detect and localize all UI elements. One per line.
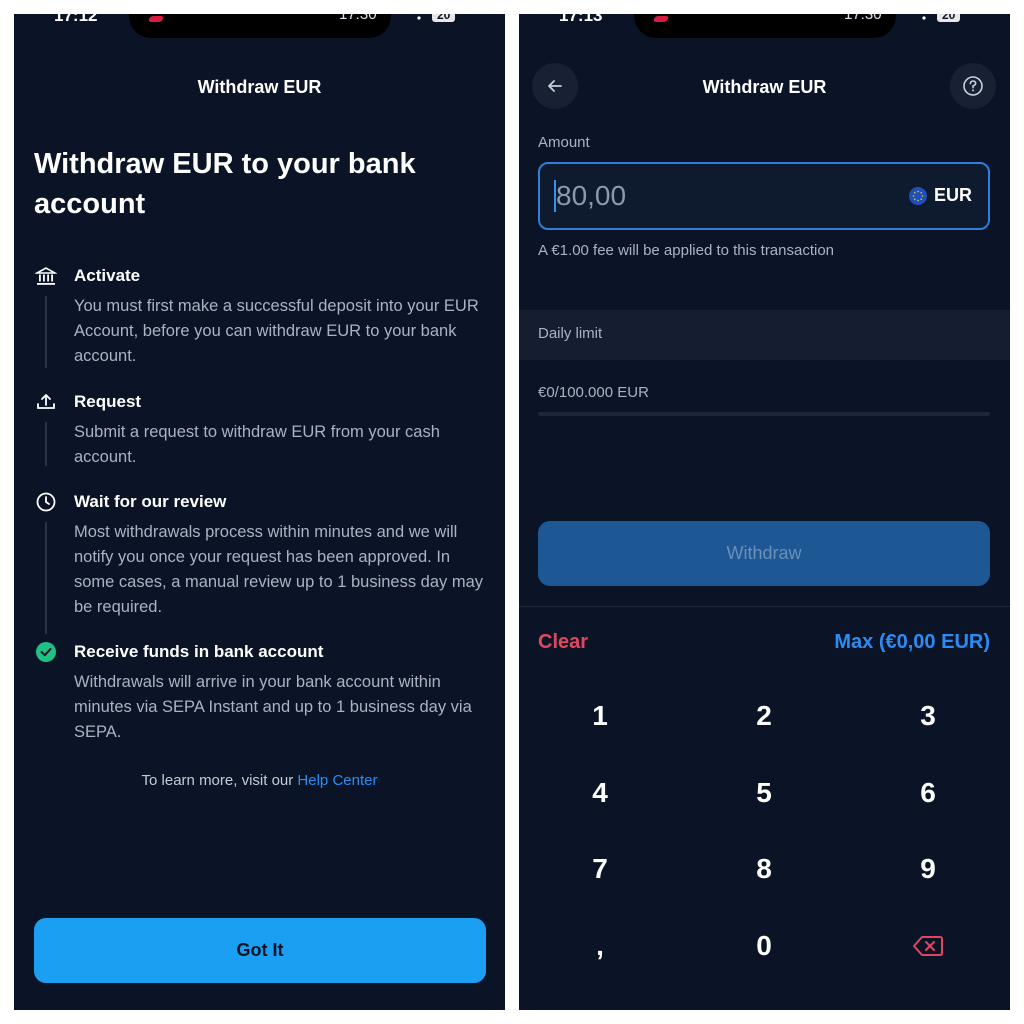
battery-level: 20: [432, 14, 456, 22]
learn-more-label: To learn more, visit our: [141, 772, 298, 789]
status-indicators: 20: [917, 14, 961, 22]
step-title: Request: [74, 392, 142, 411]
daily-limit-value: €0/100.000 EUR: [538, 384, 649, 401]
step-connector: [45, 296, 47, 368]
status-time: 17:13: [559, 14, 603, 25]
app-logo-icon: [652, 16, 670, 22]
help-button[interactable]: [950, 63, 996, 109]
step-title: Activate: [74, 266, 141, 285]
step-description: You must first make a successful deposit…: [74, 297, 479, 365]
amount-value: 80,00: [556, 180, 627, 211]
key-comma[interactable]: ,: [540, 916, 660, 976]
withdraw-screen: 17:13 17:30 20 Withdraw EUR Amount 80,00…: [519, 14, 1010, 1010]
step-description: Withdrawals will arrive in your bank acc…: [74, 673, 472, 741]
status-time: 17:12: [54, 14, 98, 25]
step-activate: Activate You must first make a successfu…: [34, 264, 494, 374]
info-screen: 17:12 17:30 20 Withdraw EUR Withdraw EUR…: [14, 14, 505, 1010]
learn-more-text: To learn more, visit our Help Center: [14, 772, 505, 789]
step-receive-funds: Receive funds in bank account Withdrawal…: [34, 640, 494, 750]
wifi-icon: [922, 16, 926, 20]
step-title: Wait for our review: [74, 492, 227, 511]
daily-limit-header: Daily limit: [519, 310, 1010, 360]
fee-note: A €1.00 fee will be applied to this tran…: [538, 242, 835, 259]
help-center-link[interactable]: Help Center: [297, 772, 377, 789]
clear-button[interactable]: Clear: [538, 631, 588, 654]
amount-input[interactable]: 80,00 EUR: [538, 162, 990, 230]
step-description: Submit a request to withdraw EUR from yo…: [74, 423, 440, 466]
status-clock: 17:30: [339, 14, 377, 23]
key-7[interactable]: 7: [540, 839, 660, 899]
status-indicators: 20: [412, 14, 456, 22]
hero-title: Withdraw EUR to your bank account: [34, 148, 416, 220]
key-2[interactable]: 2: [704, 686, 824, 746]
wifi-icon: [417, 16, 421, 20]
key-4[interactable]: 4: [540, 763, 660, 823]
battery-level: 20: [937, 14, 961, 22]
currency-code: EUR: [933, 185, 972, 205]
max-button[interactable]: Max (€0,00 EUR): [834, 631, 990, 654]
key-8[interactable]: 8: [704, 839, 824, 899]
clock-icon: [34, 490, 58, 514]
key-9[interactable]: 9: [868, 839, 988, 899]
got-it-button[interactable]: Got It: [34, 918, 486, 983]
step-connector: [45, 422, 47, 466]
page-title: Withdraw EUR: [197, 77, 322, 97]
upload-icon: [34, 390, 58, 414]
key-3[interactable]: 3: [868, 686, 988, 746]
step-connector: [45, 522, 47, 634]
eu-flag-icon: [908, 186, 927, 205]
step-description: Most withdrawals process within minutes …: [74, 523, 484, 616]
app-logo-icon: [147, 16, 165, 22]
help-circle-icon: [963, 76, 983, 96]
key-6[interactable]: 6: [868, 763, 988, 823]
status-clock: 17:30: [844, 14, 882, 23]
withdraw-button[interactable]: Withdraw: [538, 521, 990, 586]
step-title: Receive funds in bank account: [74, 642, 324, 661]
currency-selector[interactable]: EUR: [908, 185, 972, 206]
step-request: Request Submit a request to withdraw EUR…: [34, 390, 494, 470]
backspace-key[interactable]: [868, 916, 988, 976]
key-5[interactable]: 5: [704, 763, 824, 823]
key-0[interactable]: 0: [704, 916, 824, 976]
check-circle-icon: [34, 640, 58, 664]
backspace-icon: [913, 936, 943, 956]
daily-limit-progress: [538, 412, 990, 416]
amount-label: Amount: [538, 134, 590, 151]
daily-limit-label: Daily limit: [538, 325, 603, 342]
page-title: Withdraw EUR: [702, 77, 827, 97]
key-1[interactable]: 1: [540, 686, 660, 746]
bank-icon: [34, 264, 58, 288]
divider: [519, 606, 1010, 607]
step-review: Wait for our review Most withdrawals pro…: [34, 490, 494, 634]
